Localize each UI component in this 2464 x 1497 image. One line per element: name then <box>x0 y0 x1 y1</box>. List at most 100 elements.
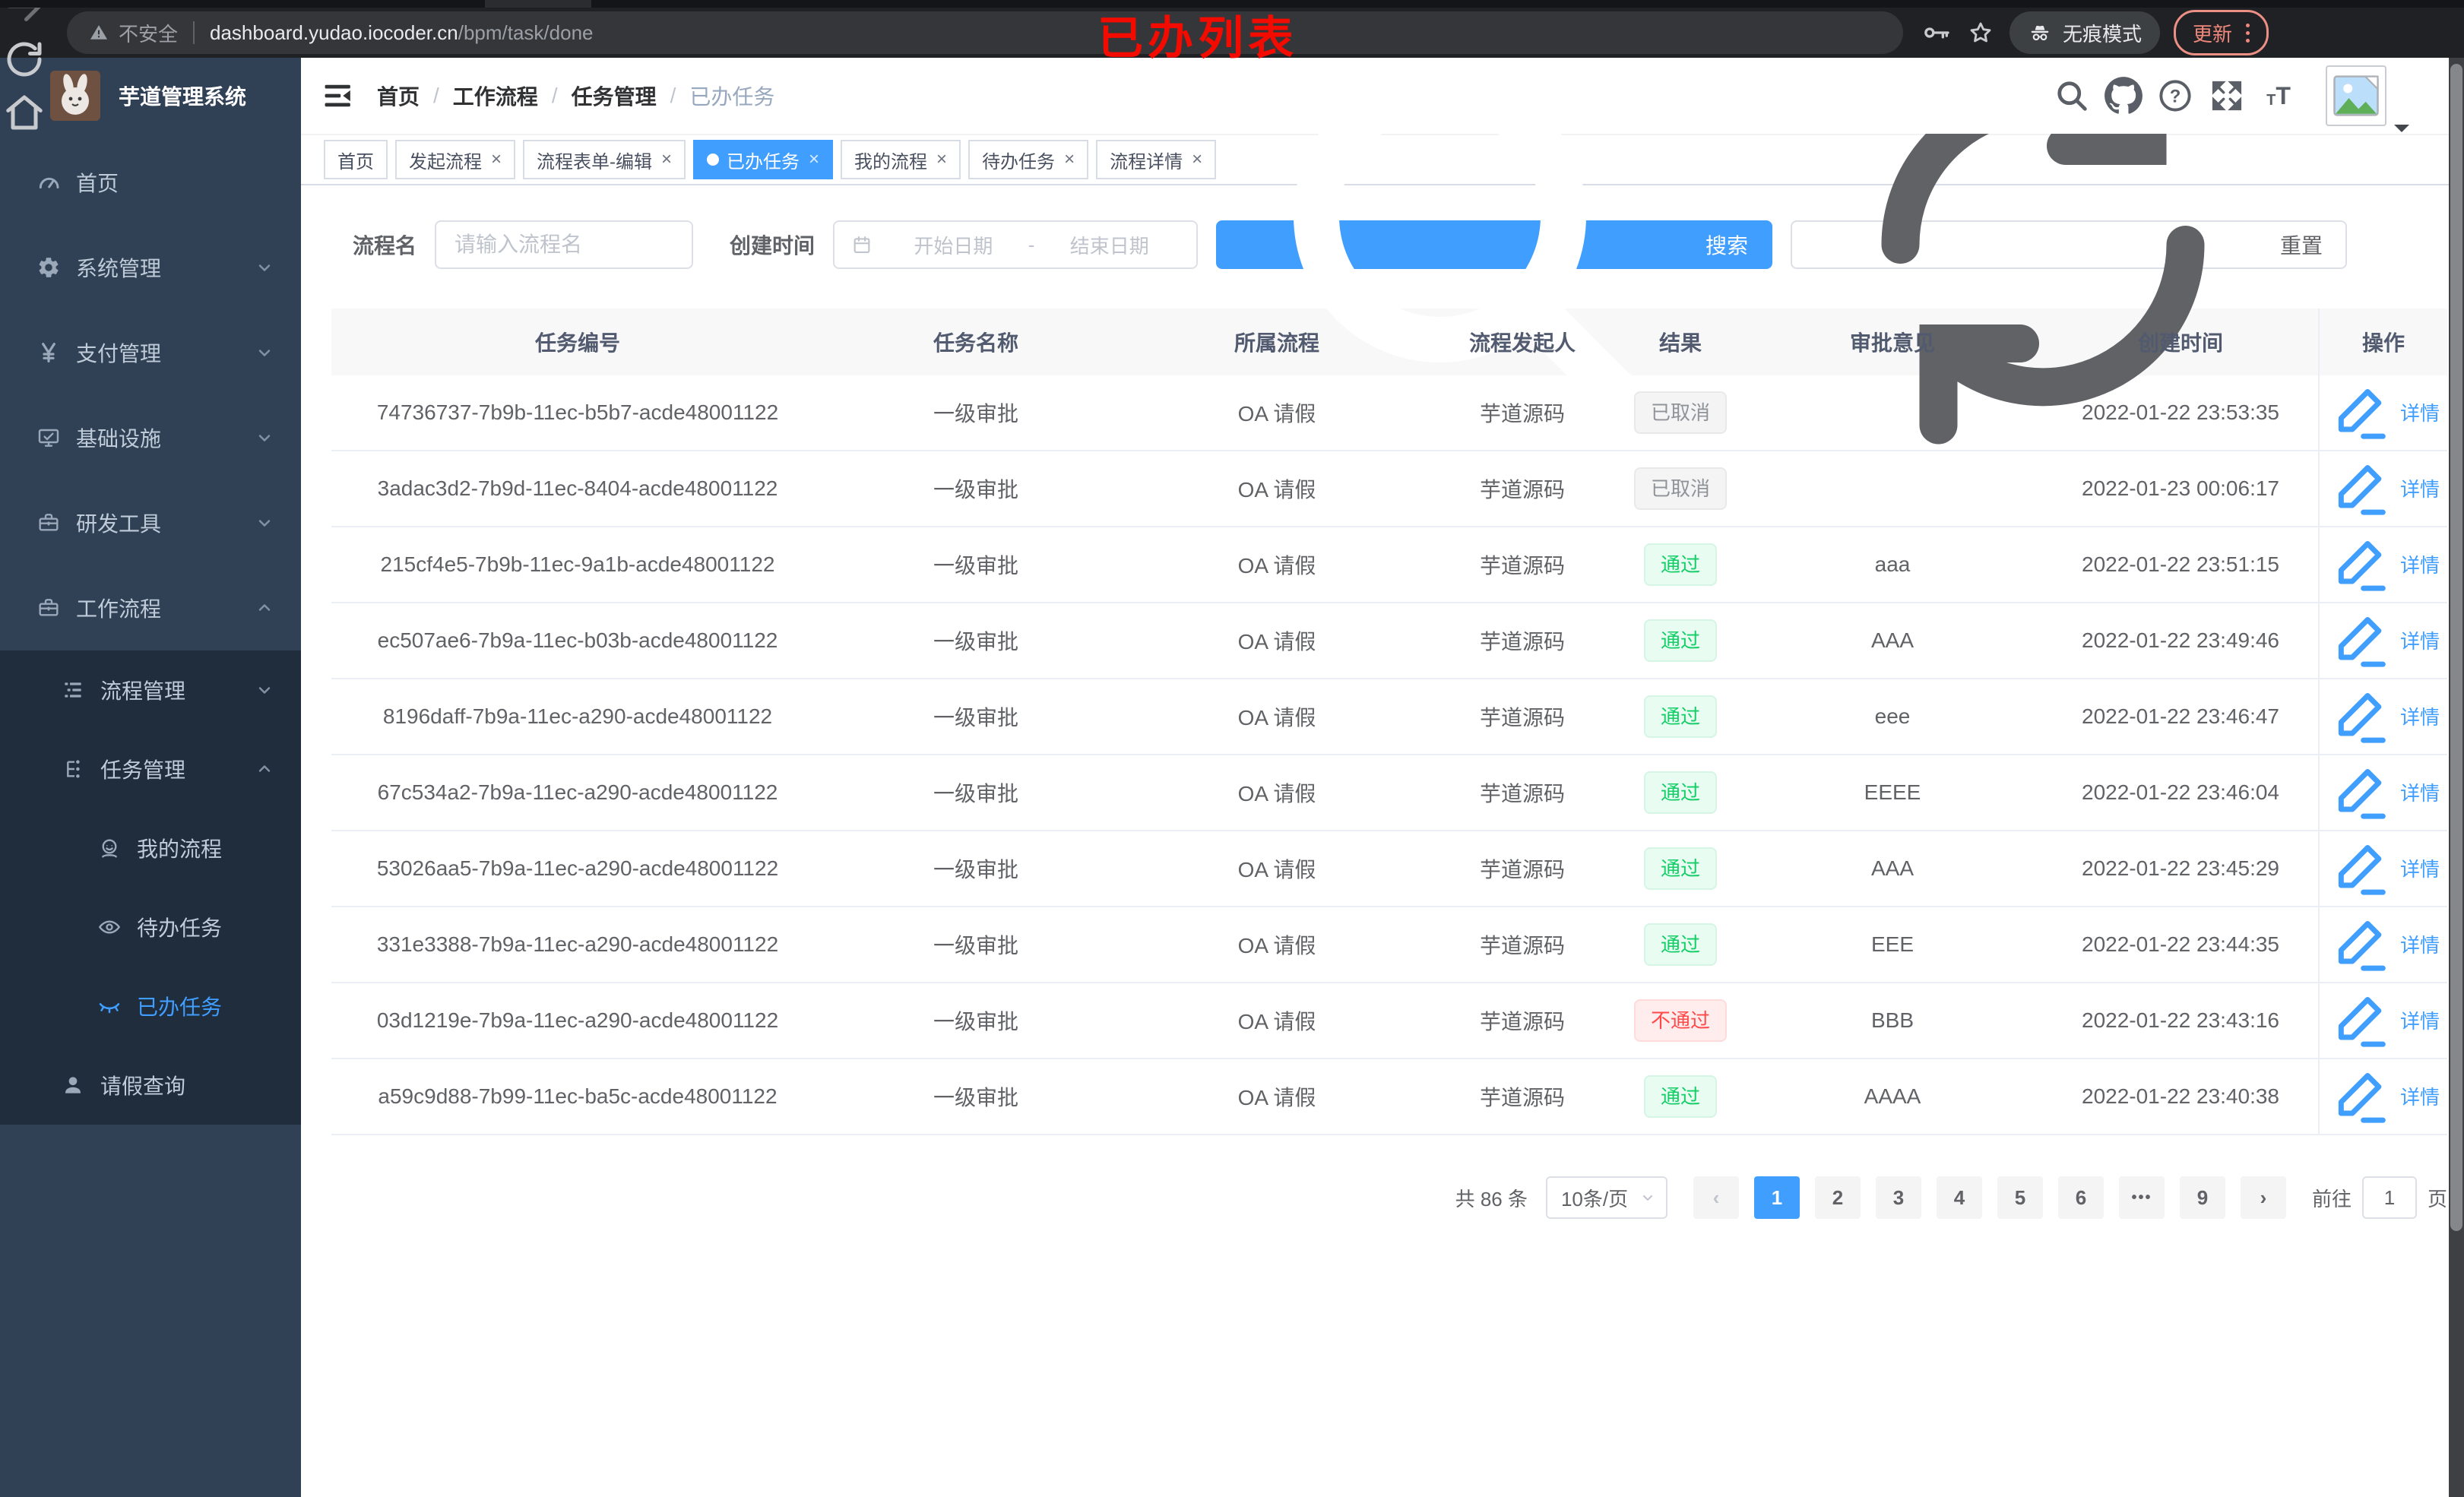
sidebar-item-label: 研发工具 <box>76 512 162 536</box>
cell-result: 通过 <box>1619 603 1742 678</box>
home-icon[interactable] <box>2 90 47 135</box>
sidebar-item-home[interactable]: 首页 <box>0 140 301 225</box>
detail-link[interactable]: 详情 <box>2327 607 2440 674</box>
cell-initiator: 芋道源码 <box>1479 706 1565 730</box>
close-icon[interactable]: × <box>661 149 672 170</box>
detail-link[interactable]: 详情 <box>2327 1063 2440 1130</box>
tab-首页[interactable]: 首页 <box>324 140 388 179</box>
list-icon <box>61 678 85 702</box>
start-date-placeholder: 开始日期 <box>914 234 993 258</box>
cell-initiator: 芋道源码 <box>1479 934 1565 957</box>
detail-link[interactable]: 详情 <box>2327 683 2440 750</box>
page-button-3[interactable]: 3 <box>1875 1176 1921 1219</box>
search-icon[interactable] <box>2052 76 2092 116</box>
tab-发起流程[interactable]: 发起流程 × <box>395 140 516 179</box>
detail-link[interactable]: 详情 <box>2327 911 2440 978</box>
detail-link[interactable]: 详情 <box>2327 835 2440 902</box>
avatar-caret-icon[interactable] <box>2394 125 2409 140</box>
range-separator: - <box>1028 233 1035 256</box>
briefcase-icon <box>36 596 61 620</box>
cell-process: OA 请假 <box>1237 782 1316 805</box>
tab-流程详情[interactable]: 流程详情 × <box>1096 140 1217 179</box>
fullscreen-icon[interactable] <box>2207 76 2247 116</box>
page-button-5[interactable]: 5 <box>1997 1176 2043 1219</box>
page-button-9[interactable]: 9 <box>2179 1176 2225 1219</box>
close-icon[interactable]: × <box>809 149 819 170</box>
tab-我的流程[interactable]: 我的流程 × <box>841 140 961 179</box>
column-header-created: 创建时间 <box>2137 331 2223 355</box>
update-button[interactable]: 更新 <box>2174 10 2269 55</box>
table-row: 8196daff-7b9a-11ec-a290-acde48001122 一级审批… <box>331 679 2447 755</box>
annotation-text: 已办列表 <box>1097 13 1298 64</box>
font-size-icon[interactable]: TT <box>2259 76 2298 116</box>
page-button-2[interactable]: 2 <box>1814 1176 1861 1219</box>
next-button[interactable]: › <box>2240 1176 2286 1219</box>
cell-id: 8196daff-7b9a-11ec-a290-acde48001122 <box>382 704 773 728</box>
detail-link[interactable]: 详情 <box>2327 379 2440 446</box>
breadcrumb-link[interactable]: 首页 <box>377 81 420 111</box>
page-scrollbar[interactable] <box>2449 58 2464 1497</box>
tab-流程表单-编辑[interactable]: 流程表单-编辑 × <box>523 140 686 179</box>
breadcrumb-link[interactable]: 任务管理 <box>572 81 657 111</box>
scrollbar-thumb[interactable] <box>2450 64 2462 1231</box>
sidebar-item-label: 系统管理 <box>76 257 162 280</box>
sidebar-item-my-process[interactable]: 我的流程 <box>0 809 301 888</box>
tab-待办任务[interactable]: 待办任务 × <box>968 140 1089 179</box>
column-header-initiator: 流程发起人 <box>1468 331 1576 355</box>
sidebar-submenu-workflow: 流程管理 任务管理 我的流程 待办任务 已办任务 请假查询 <box>0 650 301 1125</box>
tab-已办任务[interactable]: 已办任务 × <box>693 140 834 179</box>
detail-link-label: 详情 <box>2399 934 2440 957</box>
sidebar-item-process-mgmt[interactable]: 流程管理 <box>0 650 301 730</box>
goto-page-input[interactable] <box>2361 1176 2417 1219</box>
page-button-4[interactable]: 4 <box>1936 1176 1982 1219</box>
close-icon[interactable]: × <box>936 149 947 170</box>
avatar[interactable] <box>2326 65 2409 132</box>
kebab-menu-icon[interactable] <box>2246 23 2250 43</box>
key-icon[interactable] <box>1921 17 1952 48</box>
cell-process: OA 请假 <box>1237 706 1316 730</box>
detail-link[interactable]: 详情 <box>2327 987 2440 1054</box>
breadcrumb-separator: / <box>670 84 676 107</box>
sidebar-item-infra[interactable]: 基础设施 <box>0 395 301 480</box>
chevron-down-icon <box>1640 1190 1655 1205</box>
sidebar-item-devtools[interactable]: 研发工具 <box>0 480 301 565</box>
hamburger-icon[interactable] <box>324 84 353 108</box>
page-size-value: 10条/页 <box>1560 1187 1629 1211</box>
close-icon[interactable]: × <box>1064 149 1075 170</box>
star-icon[interactable] <box>1965 17 1996 48</box>
forward-icon[interactable] <box>2 0 47 29</box>
address-bar[interactable]: 不安全 dashboard.yudao.iocoder.cn/bpm/task/… <box>67 11 1903 54</box>
page-button-6[interactable]: 6 <box>2057 1176 2104 1219</box>
cell-created: 2022-01-22 23:51:15 <box>2082 552 2279 576</box>
search-button[interactable]: 搜索 <box>1216 70 1773 438</box>
column-header-result: 结果 <box>1658 331 1702 355</box>
sidebar-item-workflow[interactable]: 工作流程 <box>0 565 301 650</box>
cell-action: 详情 <box>2318 1059 2447 1134</box>
page-button-1[interactable]: 1 <box>1753 1176 1800 1219</box>
detail-link[interactable]: 详情 <box>2327 531 2440 598</box>
detail-link[interactable]: 详情 <box>2327 759 2440 826</box>
dots-button[interactable]: ••• <box>2118 1176 2165 1219</box>
close-icon[interactable]: × <box>491 149 502 170</box>
prev-button: ‹ <box>1693 1176 1739 1219</box>
detail-link[interactable]: 详情 <box>2327 455 2440 522</box>
reload-icon[interactable] <box>2 36 47 82</box>
sidebar-item-leave-query[interactable]: 请假查询 <box>0 1046 301 1125</box>
reset-button[interactable]: 重置 <box>1791 45 2348 445</box>
user-icon <box>61 1073 85 1097</box>
page-size-select[interactable]: 10条/页 <box>1545 1176 1667 1219</box>
sidebar-item-todo-task[interactable]: 待办任务 <box>0 888 301 967</box>
tab-label: 我的流程 <box>854 151 928 172</box>
sidebar-item-payment[interactable]: 支付管理 <box>0 310 301 395</box>
process-name-input[interactable] <box>435 220 694 269</box>
question-icon[interactable]: ? <box>2155 76 2195 116</box>
sidebar-item-system[interactable]: 系统管理 <box>0 225 301 310</box>
sidebar-item-task-mgmt[interactable]: 任务管理 <box>0 730 301 809</box>
cell-name: 一级审批 <box>933 554 1018 578</box>
close-icon[interactable]: × <box>1192 149 1202 170</box>
github-icon[interactable] <box>2104 76 2143 116</box>
date-range-input[interactable]: 开始日期 - 结束日期 <box>833 220 1199 269</box>
breadcrumb-link[interactable]: 工作流程 <box>453 81 538 111</box>
sidebar-item-done-task[interactable]: 已办任务 <box>0 967 301 1046</box>
url-host: dashboard.yudao.iocoder.cn <box>210 21 458 44</box>
